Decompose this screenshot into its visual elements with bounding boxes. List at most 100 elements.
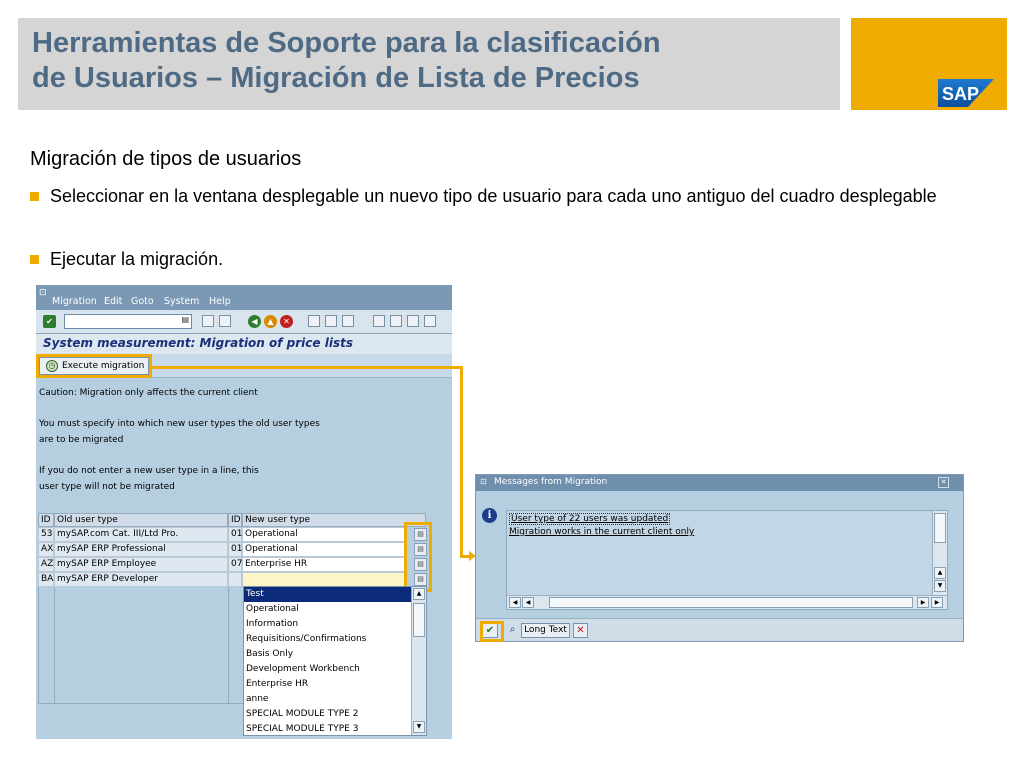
enter-check-icon[interactable]: ✔ [43,315,56,328]
old-id-cell: 53 [38,527,54,542]
popup-title: Messages from Migration [494,477,608,487]
message-line[interactable]: User type of 22 users was updated [509,513,671,525]
info-message: are to be migrated [39,435,124,445]
old-type-cell: mySAP ERP Developer [54,572,228,587]
first-page-icon[interactable] [373,315,385,327]
grid-line [38,703,243,704]
find-icon[interactable] [325,315,337,327]
screen-title-bar: System measurement: Migration of price l… [36,334,452,354]
next-page-icon[interactable] [407,315,419,327]
popup-title-bar: ⊡ Messages from Migration ✕ [476,475,963,491]
svg-text:SAP: SAP [942,84,979,104]
magnifier-icon[interactable]: ⌕ [505,623,520,638]
screen-title: System measurement: Migration of price l… [43,336,353,350]
new-id-cell: 01 [228,542,242,557]
connector-line [150,366,462,369]
new-type-input[interactable]: Operational [242,542,406,557]
menu-goto[interactable]: Goto [131,296,154,307]
window-menu-icon[interactable]: ⊡ [480,477,487,486]
scroll-up-icon[interactable]: ▲ [934,567,946,579]
scroll-left-icon[interactable]: ◀ [522,597,534,608]
scroll-thumb[interactable] [549,597,913,608]
user-type-dropdown-list[interactable]: Test Operational Information Requisition… [243,586,427,736]
messages-popup: ⊡ Messages from Migration ✕ i User type … [475,474,964,642]
cancel-icon[interactable]: ✕ [280,315,293,328]
command-history-icon[interactable]: ▤ [181,315,189,324]
scroll-thumb[interactable] [934,513,946,543]
slide-title-line-2: de Usuarios – Migración de Lista de Prec… [32,62,640,94]
back-icon[interactable]: ◀ [248,315,261,328]
dropdown-option[interactable]: SPECIAL MODULE TYPE 2 [244,707,412,722]
info-message: If you do not enter a new user type in a… [39,466,259,476]
scroll-up-icon[interactable]: ▲ [413,588,425,600]
column-header: ID [38,513,54,527]
column-header: New user type [242,513,426,527]
sap-migration-window: ⊡ Migration Edit Goto System Help ✔ ▤ ◀ … [36,285,452,739]
scroll-down-icon[interactable]: ▼ [413,721,425,733]
last-page-icon[interactable] [424,315,436,327]
info-message: user type will not be migrated [39,482,175,492]
highlight-frame [36,354,152,378]
new-id-cell [228,572,242,587]
dropdown-option[interactable]: Requisitions/Confirmations [244,632,412,647]
save-icon[interactable] [219,315,231,327]
scroll-down-icon[interactable]: ▼ [934,580,946,592]
print-icon[interactable] [308,315,320,327]
menu-help[interactable]: Help [209,296,231,307]
old-id-cell: AX [38,542,54,557]
scroll-right-icon[interactable]: ▶ [917,597,929,608]
scroll-thumb[interactable] [413,603,425,637]
menu-migration[interactable]: Migration [52,296,97,307]
menu-bar: ⊡ Migration Edit Goto System Help [36,285,452,310]
info-message: You must specify into which new user typ… [39,419,320,429]
long-text-button[interactable]: Long Text [521,623,570,638]
dropdown-option[interactable]: Enterprise HR [244,677,412,692]
bullet-square-icon [30,192,39,201]
dropdown-option[interactable]: SPECIAL MODULE TYPE 3 [244,722,412,737]
dropdown-option[interactable]: Operational [244,602,412,617]
slide-title-box: Herramientas de Soporte para la clasific… [18,18,840,110]
message-list: User type of 22 users was updated Migrat… [506,510,948,610]
close-icon[interactable]: ✕ [938,477,949,488]
cancel-icon[interactable]: ✕ [573,623,588,638]
dropdown-option[interactable]: Information [244,617,412,632]
exit-icon[interactable]: ▲ [264,315,277,328]
connector-line [460,366,463,557]
message-line[interactable]: Migration works in the current client on… [509,527,694,537]
dropdown-scrollbar[interactable]: ▲ ▼ [411,587,426,735]
new-type-input[interactable]: Operational [242,527,406,542]
back-arrow-icon[interactable] [202,315,214,327]
old-type-cell: mySAP ERP Professional [54,542,228,557]
dropdown-option[interactable]: Basis Only [244,647,412,662]
dropdown-option[interactable]: anne [244,692,412,707]
bullet-text: Ejecutar la migración. [50,249,224,269]
horizontal-scrollbar[interactable]: ◀ ◀ ▶ ▶ [507,595,947,609]
previous-page-icon[interactable] [390,315,402,327]
new-id-cell: 07 [228,557,242,572]
window-menu-icon[interactable]: ⊡ [39,288,47,298]
old-id-cell: AZ [38,557,54,572]
grid-line [228,587,229,703]
new-type-input[interactable]: Enterprise HR [242,557,406,572]
bullet-item: Ejecutar la migración. [30,247,223,272]
new-type-input[interactable] [242,572,406,587]
section-heading: Migración de tipos de usuarios [30,148,302,170]
scroll-first-icon[interactable]: ◀ [509,597,521,608]
slide-title-line-1: Herramientas de Soporte para la clasific… [32,27,661,59]
menu-edit[interactable]: Edit [104,296,122,307]
sap-logo: SAP [938,79,994,107]
scroll-last-icon[interactable]: ▶ [931,597,943,608]
grid-line [38,587,39,703]
command-field[interactable]: ▤ [64,314,192,329]
old-id-cell: BA [38,572,54,587]
menu-system[interactable]: System [164,296,199,307]
find-next-icon[interactable] [342,315,354,327]
highlight-frame [404,522,432,592]
dropdown-option[interactable]: Test [244,587,412,602]
old-type-cell: mySAP.com Cat. III/Ltd Pro. [54,527,228,542]
dropdown-option[interactable]: Development Workbench [244,662,412,677]
vertical-scrollbar[interactable]: ▲ ▼ [932,511,947,595]
info-icon: i [482,508,497,523]
standard-toolbar: ✔ ▤ ◀ ▲ ✕ [36,310,452,334]
bullet-item: Seleccionar en la ventana desplegable un… [30,184,990,209]
